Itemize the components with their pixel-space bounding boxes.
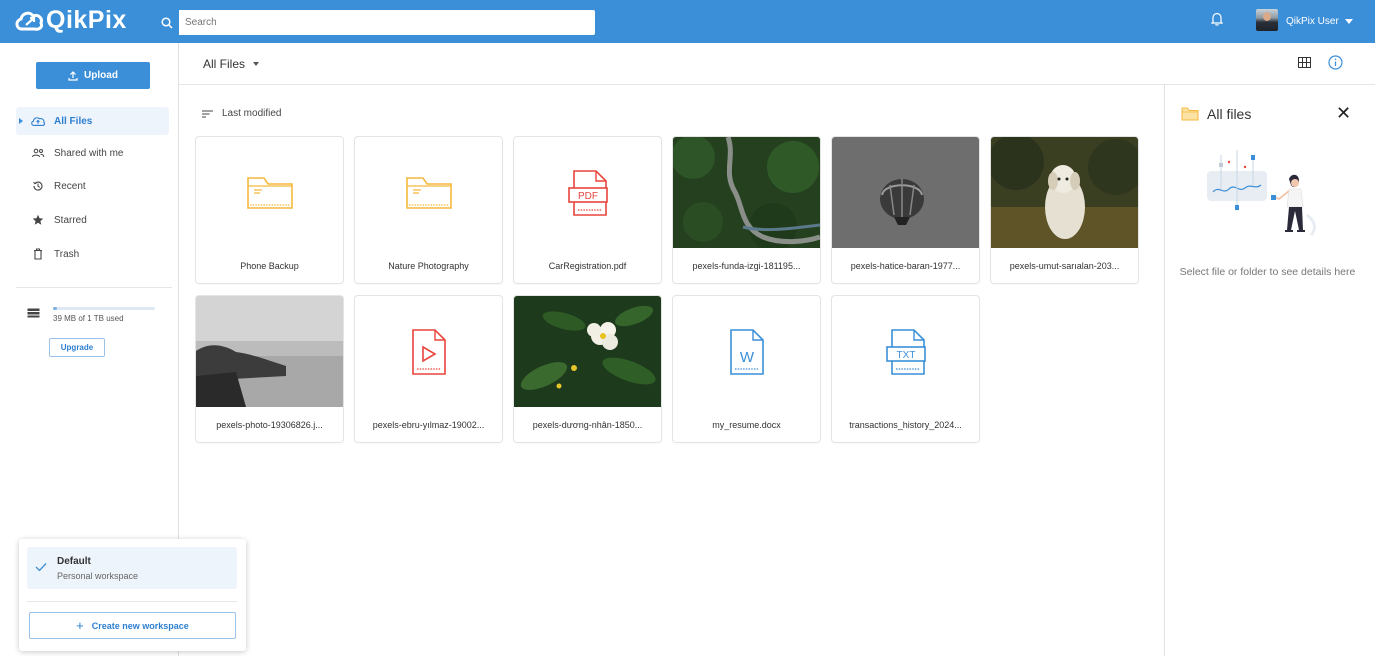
chevron-down-icon bbox=[253, 62, 260, 66]
plus-icon: + bbox=[76, 618, 84, 633]
history-icon bbox=[30, 180, 46, 192]
close-icon[interactable]: ✕ bbox=[1336, 104, 1351, 122]
workspace-subtitle: Personal workspace bbox=[57, 571, 139, 581]
file-name: pexels-umut-sarıalan-203... bbox=[1009, 260, 1120, 271]
sidebar-item-label: Recent bbox=[54, 180, 86, 192]
storage-icon bbox=[27, 307, 40, 321]
main-header: All Files bbox=[179, 43, 1375, 85]
workspace-divider bbox=[27, 601, 237, 602]
image-thumbnail bbox=[673, 137, 820, 248]
trash-icon bbox=[30, 248, 46, 260]
file-name: pexels-ebru-yılmaz-19002... bbox=[372, 419, 485, 430]
cloud-upload-icon bbox=[30, 115, 46, 127]
search-icon[interactable] bbox=[155, 10, 179, 35]
logo-text: QikPix bbox=[46, 6, 127, 34]
star-icon bbox=[30, 214, 46, 226]
upgrade-button[interactable]: Upgrade bbox=[49, 338, 105, 357]
upload-button[interactable]: Upload bbox=[36, 62, 150, 89]
file-name: Nature Photography bbox=[388, 260, 469, 271]
sort-button[interactable]: Last modified bbox=[202, 108, 281, 119]
file-card[interactable]: pexels-funda-izgi-181195... bbox=[673, 137, 820, 283]
file-card[interactable]: Nature Photography bbox=[355, 137, 502, 283]
empty-state-illustration bbox=[1203, 145, 1333, 253]
details-panel: All files ✕ Select file or folder to see… bbox=[1164, 85, 1375, 656]
bell-icon[interactable] bbox=[1210, 12, 1224, 29]
file-name: CarRegistration.pdf bbox=[548, 260, 627, 271]
file-card[interactable]: pexels-dương-nhân-1850... bbox=[514, 296, 661, 442]
file-name: Phone Backup bbox=[240, 260, 299, 271]
sidebar-item-label: All Files bbox=[54, 115, 93, 127]
folder-icon bbox=[1181, 107, 1199, 124]
sidebar-item-label: Starred bbox=[54, 214, 87, 226]
create-workspace-label: Create new workspace bbox=[91, 620, 189, 631]
grid-view-icon[interactable] bbox=[1298, 57, 1311, 71]
file-card[interactable]: PDF CarRegistration.pdf bbox=[514, 137, 661, 283]
pdf-file-icon: PDF bbox=[514, 137, 661, 248]
file-name: pexels-photo-19306826.j... bbox=[216, 419, 323, 430]
file-card[interactable]: pexels-photo-19306826.j... bbox=[196, 296, 343, 442]
sidebar-item-label: Shared with me bbox=[54, 147, 124, 159]
file-name: pexels-funda-izgi-181195... bbox=[692, 260, 801, 271]
docx-file-icon: W bbox=[673, 296, 820, 407]
top-bar: QikPix QikPix User bbox=[0, 0, 1375, 43]
user-menu[interactable]: QikPix User bbox=[1286, 16, 1353, 27]
svg-text:W: W bbox=[739, 349, 754, 366]
expand-arrow-icon[interactable] bbox=[19, 118, 23, 124]
image-thumbnail bbox=[196, 296, 343, 407]
image-thumbnail bbox=[991, 137, 1138, 248]
file-name: my_resume.docx bbox=[712, 419, 781, 430]
image-thumbnail bbox=[832, 137, 979, 248]
details-empty-message: Select file or folder to see details her… bbox=[1179, 266, 1356, 278]
sort-icon bbox=[202, 109, 213, 118]
storage-progress-bar bbox=[53, 307, 155, 310]
create-workspace-button[interactable]: + Create new workspace bbox=[29, 612, 236, 639]
file-card[interactable]: pexels-umut-sarıalan-203... bbox=[991, 137, 1138, 283]
storage-usage-text: 39 MB of 1 TB used bbox=[53, 314, 124, 323]
file-card[interactable]: W my_resume.docx bbox=[673, 296, 820, 442]
image-thumbnail bbox=[514, 296, 661, 407]
sidebar-item-shared[interactable]: Shared with me bbox=[16, 139, 169, 167]
chevron-down-icon bbox=[1344, 19, 1353, 24]
svg-text:PDF: PDF bbox=[578, 191, 598, 202]
file-card[interactable]: pexels-ebru-yılmaz-19002... bbox=[355, 296, 502, 442]
file-card[interactable]: Phone Backup bbox=[196, 137, 343, 283]
search-input[interactable] bbox=[179, 12, 579, 33]
file-name: pexels-hatice-baran-1977... bbox=[850, 260, 961, 271]
txt-file-icon: TXT bbox=[832, 296, 979, 407]
sidebar-item-label: Trash bbox=[54, 248, 80, 260]
sidebar-item-recent[interactable]: Recent bbox=[16, 172, 169, 200]
svg-text:TXT: TXT bbox=[896, 350, 915, 361]
sidebar-divider bbox=[16, 287, 172, 288]
user-name: QikPix User bbox=[1286, 16, 1339, 27]
file-name: pexels-dương-nhân-1850... bbox=[532, 419, 643, 430]
file-card[interactable]: pexels-hatice-baran-1977... bbox=[832, 137, 979, 283]
avatar[interactable] bbox=[1256, 9, 1278, 31]
sidebar-item-all-files[interactable]: All Files bbox=[16, 107, 169, 135]
sidebar-item-trash[interactable]: Trash bbox=[16, 240, 169, 268]
video-file-icon bbox=[355, 296, 502, 407]
workspace-popup: Default Personal workspace + Create new … bbox=[19, 539, 246, 651]
app-logo[interactable]: QikPix bbox=[14, 6, 127, 35]
breadcrumb[interactable]: All Files bbox=[203, 57, 260, 71]
sidebar-item-starred[interactable]: Starred bbox=[16, 206, 169, 234]
workspace-name: Default bbox=[57, 556, 91, 567]
people-icon bbox=[30, 148, 46, 158]
file-card[interactable]: TXT transactions_history_2024... bbox=[832, 296, 979, 442]
workspace-item-default[interactable]: Default Personal workspace bbox=[27, 547, 237, 589]
search-box[interactable] bbox=[155, 10, 595, 35]
check-icon bbox=[35, 561, 47, 575]
info-icon[interactable] bbox=[1328, 55, 1343, 73]
breadcrumb-label: All Files bbox=[203, 57, 246, 71]
logo-icon bbox=[15, 11, 43, 31]
details-title: All files bbox=[1207, 106, 1252, 122]
sort-label: Last modified bbox=[222, 108, 282, 119]
upload-label: Upload bbox=[84, 70, 118, 81]
upload-icon bbox=[68, 70, 78, 81]
folder-icon bbox=[196, 137, 343, 248]
file-name: transactions_history_2024... bbox=[849, 419, 962, 430]
folder-icon bbox=[355, 137, 502, 248]
